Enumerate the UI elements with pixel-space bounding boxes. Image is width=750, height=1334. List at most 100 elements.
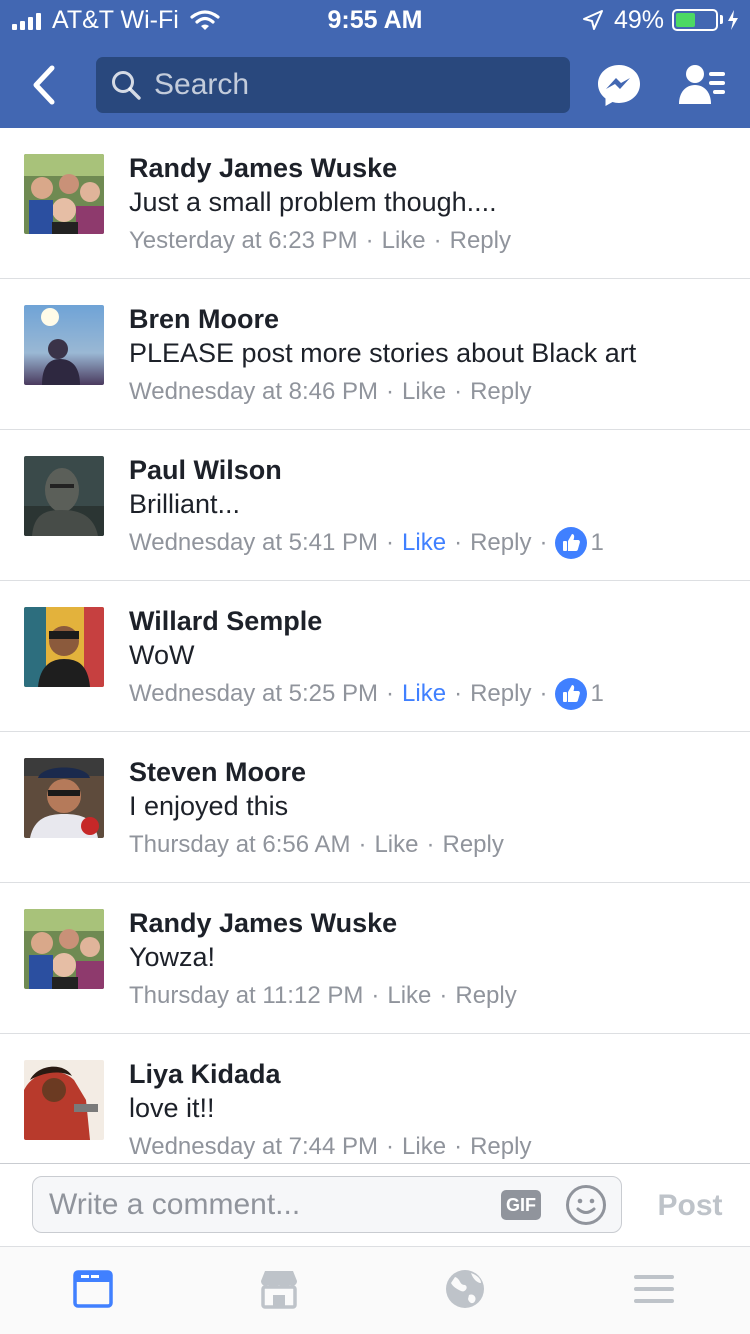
location-arrow-icon: [583, 10, 603, 30]
comment-author[interactable]: Randy James Wuske: [129, 907, 397, 939]
reply-link[interactable]: Reply: [450, 224, 511, 258]
comment-item: Randy James Wuske Yowza! Thursday at 11:…: [0, 883, 750, 1034]
comment-meta: Wednesday at 5:41 PM · Like · Reply · 1: [129, 526, 604, 560]
comment-author[interactable]: Liya Kidada: [129, 1058, 281, 1090]
comment-author[interactable]: Paul Wilson: [129, 454, 282, 486]
comment-field[interactable]: GIF: [32, 1176, 622, 1233]
comment-timestamp: Yesterday at 6:23 PM: [129, 227, 358, 254]
separator-dot: ·: [371, 982, 380, 1009]
like-link[interactable]: Like: [374, 828, 418, 862]
comment-text: Yowza!: [129, 942, 216, 972]
separator-dot: ·: [539, 680, 548, 707]
comment-input[interactable]: [49, 1177, 489, 1232]
comment-text: Just a small problem though....: [129, 187, 497, 217]
comment-item: Bren Moore PLEASE post more stories abou…: [0, 279, 750, 430]
charging-bolt-icon: [728, 10, 738, 30]
like-link[interactable]: Like: [402, 677, 446, 711]
separator-dot: ·: [454, 529, 463, 556]
battery-level: [676, 13, 695, 27]
avatar[interactable]: [24, 1060, 104, 1140]
top-bar: AT&T Wi-Fi 9:55 AM 49%: [0, 0, 750, 128]
friend-requests-icon[interactable]: [676, 62, 728, 108]
comment-item: Paul Wilson Brilliant... Wednesday at 5:…: [0, 430, 750, 581]
back-button[interactable]: [22, 60, 66, 110]
avatar[interactable]: [24, 305, 104, 385]
reaction-count[interactable]: 1: [555, 526, 604, 560]
comment-timestamp: Wednesday at 8:46 PM: [129, 378, 379, 405]
separator-dot: ·: [386, 680, 395, 707]
comment-list: Randy James Wuske Just a small problem t…: [0, 128, 750, 1163]
news-feed-icon[interactable]: [71, 1267, 115, 1311]
separator-dot: ·: [365, 227, 374, 254]
like-reaction-icon: [555, 678, 588, 710]
like-link[interactable]: Like: [387, 979, 431, 1013]
comment-timestamp: Thursday at 11:12 PM: [129, 982, 364, 1009]
separator-dot: ·: [386, 1133, 395, 1160]
comment-author[interactable]: Steven Moore: [129, 756, 306, 788]
avatar[interactable]: [24, 607, 104, 687]
search-bar[interactable]: [96, 57, 570, 113]
separator-dot: ·: [386, 529, 395, 556]
separator-dot: ·: [426, 831, 435, 858]
reply-link[interactable]: Reply: [455, 979, 516, 1013]
reply-link[interactable]: Reply: [470, 526, 531, 560]
separator-dot: ·: [358, 831, 367, 858]
comment-meta: Yesterday at 6:23 PM · Like · Reply: [129, 224, 511, 258]
comment-item: Willard Semple WoW Wednesday at 5:25 PM …: [0, 581, 750, 732]
search-input[interactable]: [154, 57, 554, 113]
comment-meta: Wednesday at 7:44 PM · Like · Reply: [129, 1130, 531, 1163]
comment-text: PLEASE post more stories about Black art: [129, 338, 637, 368]
globe-icon[interactable]: [443, 1267, 487, 1311]
avatar[interactable]: [24, 456, 104, 536]
reply-link[interactable]: Reply: [442, 828, 503, 862]
like-link[interactable]: Like: [402, 526, 446, 560]
like-link[interactable]: Like: [402, 1130, 446, 1163]
reply-link[interactable]: Reply: [470, 375, 531, 409]
search-icon: [112, 71, 141, 100]
reaction-count[interactable]: 1: [555, 677, 604, 711]
comment-timestamp: Wednesday at 5:25 PM: [129, 680, 379, 707]
comment-author[interactable]: Randy James Wuske: [129, 152, 397, 184]
comment-meta: Thursday at 11:12 PM · Like · Reply: [129, 979, 517, 1013]
menu-icon[interactable]: [632, 1267, 676, 1311]
messenger-icon[interactable]: [596, 62, 642, 108]
battery-percent: 49%: [614, 6, 665, 34]
post-button[interactable]: Post: [640, 1164, 740, 1248]
avatar[interactable]: [24, 909, 104, 989]
comment-item: Liya Kidada love it!! Wednesday at 7:44 …: [0, 1034, 750, 1163]
reply-link[interactable]: Reply: [470, 677, 531, 711]
comment-text: love it!!: [129, 1093, 215, 1123]
marketplace-icon[interactable]: [257, 1267, 301, 1311]
separator-dot: ·: [386, 378, 395, 405]
avatar[interactable]: [24, 154, 104, 234]
battery-icon: [672, 9, 718, 31]
comment-text: WoW: [129, 640, 195, 670]
like-link[interactable]: Like: [382, 224, 426, 258]
comment-meta: Wednesday at 8:46 PM · Like · Reply: [129, 375, 531, 409]
reply-link[interactable]: Reply: [470, 1130, 531, 1163]
comment-author[interactable]: Bren Moore: [129, 303, 279, 335]
battery-tip: [720, 15, 723, 24]
like-link[interactable]: Like: [402, 375, 446, 409]
comment-item: Randy James Wuske Just a small problem t…: [0, 128, 750, 279]
separator-dot: ·: [439, 982, 448, 1009]
reaction-number: 1: [590, 529, 604, 556]
comment-author[interactable]: Willard Semple: [129, 605, 322, 637]
separator-dot: ·: [539, 529, 548, 556]
comment-meta: Thursday at 6:56 AM · Like · Reply: [129, 828, 504, 862]
separator-dot: ·: [454, 1133, 463, 1160]
comment-timestamp: Wednesday at 7:44 PM: [129, 1133, 379, 1160]
reaction-number: 1: [590, 680, 604, 707]
separator-dot: ·: [433, 227, 442, 254]
screen: AT&T Wi-Fi 9:55 AM 49% Search Randy Jame…: [0, 0, 750, 1334]
avatar[interactable]: [24, 758, 104, 838]
like-reaction-icon: [555, 527, 588, 559]
sticker-icon[interactable]: [565, 1184, 607, 1226]
comment-timestamp: Thursday at 6:56 AM: [129, 831, 351, 858]
separator-dot: ·: [454, 378, 463, 405]
tab-bar: [0, 1247, 750, 1334]
comment-meta: Wednesday at 5:25 PM · Like · Reply · 1: [129, 677, 604, 711]
separator-dot: ·: [454, 680, 463, 707]
gif-button[interactable]: GIF: [501, 1190, 541, 1220]
comment-text: Brilliant...: [129, 489, 241, 519]
